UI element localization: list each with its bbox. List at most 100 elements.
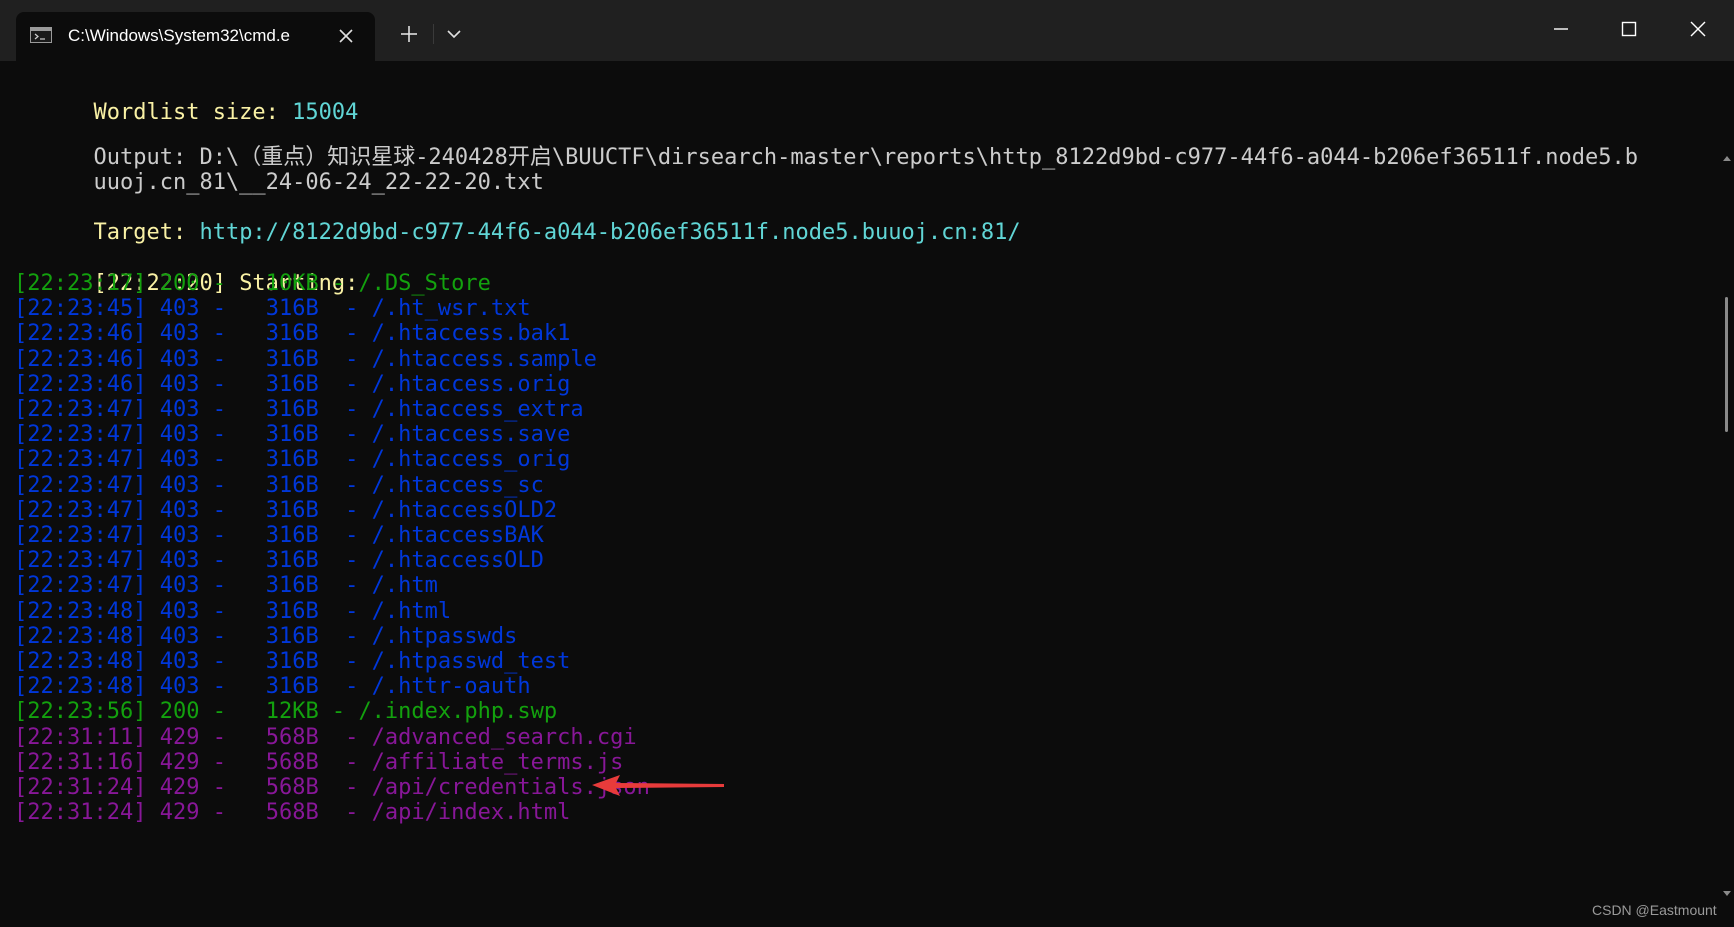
- plus-icon[interactable]: [397, 22, 421, 46]
- result-code: 403: [159, 573, 200, 599]
- scroll-down-icon[interactable]: [1723, 891, 1731, 896]
- result-row: [22:23:48] 403 - 316B - /.htpasswds: [14, 623, 518, 649]
- result-row: [22:23:47] 403 - 316B - /.htaccess_orig: [14, 447, 571, 473]
- result-row: [22:23:47] 403 - 316B - /.htaccess_sc: [14, 472, 544, 498]
- result-size: 316B: [265, 296, 319, 322]
- result-size: 10KB: [265, 271, 319, 296]
- result-time: [22:23:46]: [14, 346, 147, 372]
- padding: [239, 548, 266, 573]
- result-time: [22:23:48]: [14, 598, 147, 624]
- padding: [239, 321, 266, 346]
- result-path: /.htaccessOLD2: [371, 497, 558, 523]
- result-time: [22:23:47]: [14, 523, 147, 548]
- close-icon[interactable]: [336, 26, 356, 46]
- result-path: /.htaccess.orig: [371, 371, 571, 397]
- result-row: [22:23:56] 200 - 12KB - /.index.php.swp: [14, 699, 558, 725]
- result-code: 403: [159, 422, 200, 448]
- result-row: [22:23:46] 403 - 316B - /.htaccess.orig: [14, 371, 571, 397]
- result-size: 12KB: [265, 699, 319, 725]
- result-path: /.htaccess_orig: [371, 447, 571, 473]
- result-code: 403: [159, 472, 200, 498]
- result-time: [22:31:24]: [14, 775, 147, 800]
- result-code: 429: [159, 724, 200, 750]
- divider: [433, 24, 434, 44]
- padding: [239, 347, 266, 372]
- terminal-icon: [30, 27, 52, 43]
- close-icon[interactable]: [1683, 14, 1713, 44]
- padding: [239, 473, 266, 498]
- result-code: 429: [159, 775, 200, 800]
- result-row: [22:31:24] 429 - 568B - /api/credentials…: [14, 775, 650, 800]
- result-path: /.html: [371, 598, 452, 624]
- result-code: 200: [159, 699, 200, 725]
- padding: [239, 750, 266, 775]
- result-size: 316B: [265, 346, 319, 372]
- result-time: [22:23:47]: [14, 472, 147, 498]
- result-code: 403: [159, 598, 200, 624]
- result-code: 403: [159, 623, 200, 649]
- padding: [239, 271, 266, 296]
- result-path: /.htm: [371, 573, 438, 599]
- result-code: 403: [159, 371, 200, 397]
- terminal-window: C:\Windows\System32\cmd.e Wordlist size:…: [0, 0, 1734, 927]
- result-path: /.index.php.swp: [358, 699, 558, 725]
- result-path: /.htpasswd_test: [371, 649, 571, 674]
- result-time: [22:23:46]: [14, 371, 147, 397]
- result-path: /.htaccessBAK: [371, 523, 544, 548]
- result-code: 200: [159, 271, 200, 296]
- padding: [239, 422, 266, 447]
- result-code: 403: [159, 497, 200, 523]
- starting-line: [22:22:20] Starting:: [14, 242, 358, 296]
- result-size: 316B: [265, 397, 319, 422]
- padding: [239, 725, 266, 750]
- result-size: 316B: [265, 649, 319, 674]
- scrollbar[interactable]: [1721, 61, 1734, 927]
- result-size: 316B: [265, 497, 319, 523]
- result-time: [22:23:48]: [14, 649, 147, 674]
- result-row: [22:23:47] 403 - 316B - /.htaccessOLD: [14, 548, 544, 574]
- minimize-icon[interactable]: [1546, 14, 1576, 44]
- result-time: [22:23:46]: [14, 321, 147, 347]
- result-size: 568B: [265, 724, 319, 750]
- result-row: [22:31:16] 429 - 568B - /affiliate_terms…: [14, 749, 624, 775]
- result-time: [22:23:47]: [14, 447, 147, 473]
- result-time: [22:23:48]: [14, 623, 147, 649]
- watermark: CSDN @Eastmount: [1592, 902, 1717, 918]
- result-row: [22:23:47] 403 - 316B - /.htaccessOLD2: [14, 497, 558, 523]
- result-size: 316B: [265, 573, 319, 599]
- result-path: /.httr-oauth: [371, 674, 531, 700]
- result-time: [22:23:45]: [14, 296, 147, 322]
- result-size: 316B: [265, 472, 319, 498]
- padding: [239, 296, 266, 321]
- annotation-arrow-icon: [590, 770, 730, 800]
- target-line: Target: http://8122d9bd-c977-44f6-a044-b…: [14, 191, 1020, 245]
- chevron-down-icon[interactable]: [444, 26, 464, 42]
- result-path: /affiliate_terms.js: [371, 749, 624, 775]
- padding: [239, 674, 266, 699]
- result-size: 316B: [265, 321, 319, 347]
- result-path: /.htaccess.save: [371, 422, 571, 448]
- result-size: 316B: [265, 422, 319, 448]
- tab-cmd[interactable]: C:\Windows\System32\cmd.e: [16, 12, 375, 61]
- result-code: 403: [159, 674, 200, 700]
- result-row: [22:31:11] 429 - 568B - /advanced_search…: [14, 724, 637, 750]
- console-output[interactable]: Wordlist size: 15004 Output: D:\（重点）知识星球…: [14, 61, 1714, 927]
- wordlist-line: Wordlist size: 15004: [14, 71, 358, 125]
- result-path: /.DS_Store: [358, 271, 491, 296]
- result-row: [22:31:24] 429 - 568B - /api/index.html: [14, 800, 571, 826]
- result-row: [22:23:45] 403 - 316B - /.ht_wsr.txt: [14, 296, 531, 322]
- result-row: [22:23:48] 403 - 316B - /.httr-oauth: [14, 674, 531, 700]
- scroll-up-icon[interactable]: [1723, 156, 1731, 161]
- result-size: 316B: [265, 371, 319, 397]
- result-size: 316B: [265, 548, 319, 574]
- scroll-thumb[interactable]: [1725, 297, 1728, 432]
- result-code: 403: [159, 397, 200, 422]
- result-size: 316B: [265, 447, 319, 473]
- padding: [239, 447, 266, 472]
- result-path: /.htaccess.bak1: [371, 321, 571, 347]
- padding: [239, 775, 266, 800]
- result-row: [22:23:48] 403 - 316B - /.htpasswd_test: [14, 649, 571, 674]
- result-path: /.htaccess_sc: [371, 472, 544, 498]
- maximize-icon[interactable]: [1614, 14, 1644, 44]
- result-size: 316B: [265, 598, 319, 624]
